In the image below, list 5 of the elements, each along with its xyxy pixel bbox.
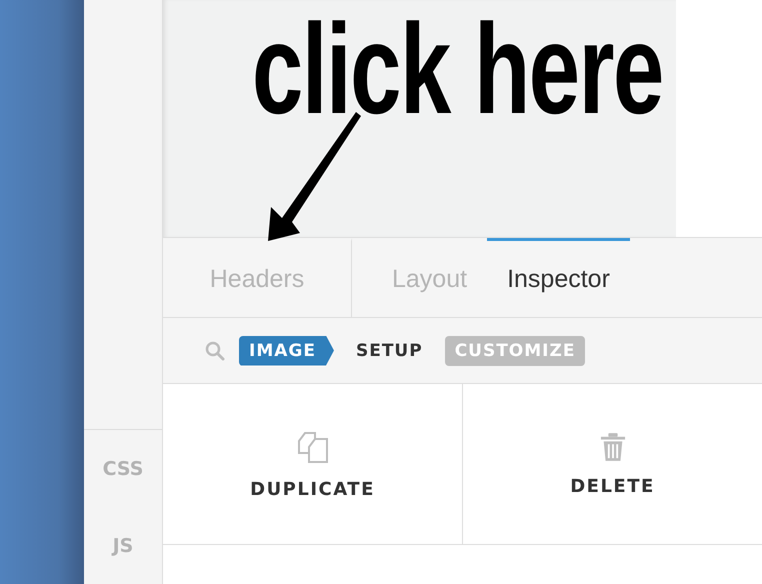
breadcrumb-item[interactable]: IMAGE bbox=[239, 336, 334, 366]
annotation-text: click here bbox=[252, 0, 663, 140]
breadcrumb-item[interactable]: SETUP bbox=[346, 336, 433, 366]
trash-icon bbox=[600, 432, 626, 462]
search-icon[interactable] bbox=[205, 340, 225, 360]
